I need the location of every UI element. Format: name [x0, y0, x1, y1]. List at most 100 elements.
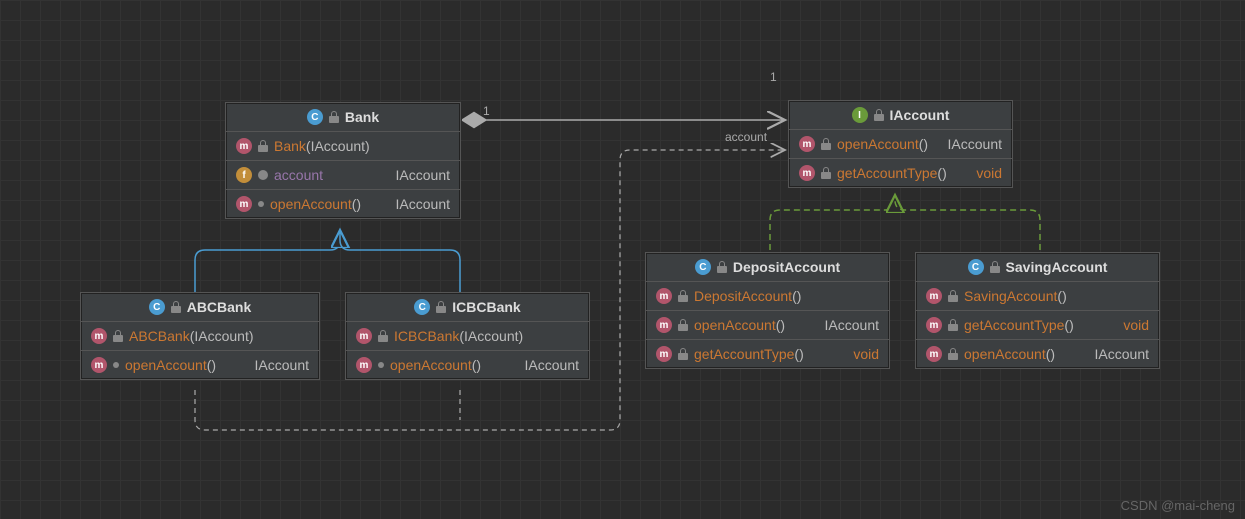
field-name: account: [274, 167, 390, 183]
member-row[interactable]: m getAccountType() void: [646, 340, 889, 368]
dot-icon: [113, 362, 119, 368]
class-header: C SavingAccount: [916, 253, 1159, 282]
member-name: DepositAccount(): [694, 288, 879, 304]
member-name: openAccount(): [694, 317, 819, 333]
method-icon: m: [91, 328, 107, 344]
method-icon: m: [799, 165, 815, 181]
watermark: CSDN @mai-cheng: [1121, 498, 1235, 513]
return-type: IAccount: [948, 136, 1002, 152]
class-title: DepositAccount: [733, 259, 840, 275]
class-header: C DepositAccount: [646, 253, 889, 282]
member-name: openAccount(): [964, 346, 1089, 362]
multiplicity-left: 1: [483, 104, 490, 118]
lock-icon: [821, 167, 831, 179]
lock-icon: [378, 330, 388, 342]
class-title: ABCBank: [187, 299, 252, 315]
class-depositaccount[interactable]: C DepositAccount m DepositAccount() m op…: [645, 252, 890, 369]
member-row[interactable]: m openAccount() IAccount: [226, 190, 460, 218]
member-row[interactable]: m openAccount() IAccount: [81, 351, 319, 379]
member-row[interactable]: m SavingAccount(): [916, 282, 1159, 311]
return-type: void: [1123, 317, 1149, 333]
lock-icon: [113, 330, 123, 342]
member-name: openAccount(): [270, 196, 390, 212]
dot-icon: [258, 201, 264, 207]
member-name: SavingAccount(): [964, 288, 1149, 304]
class-header: I IAccount: [789, 101, 1012, 130]
member-name: getAccountType(): [837, 165, 970, 181]
member-row[interactable]: m Bank(IAccount): [226, 132, 460, 161]
member-name: getAccountType(): [694, 346, 847, 362]
class-title: SavingAccount: [1006, 259, 1108, 275]
member-name: openAccount(): [390, 357, 519, 373]
method-icon: m: [236, 196, 252, 212]
class-header: C Bank: [226, 103, 460, 132]
class-title: IAccount: [890, 107, 950, 123]
member-name: openAccount(): [837, 136, 942, 152]
interface-icon: I: [852, 107, 868, 123]
class-icbcbank[interactable]: C ICBCBank m ICBCBank(IAccount) m openAc…: [345, 292, 590, 380]
lock-icon: [678, 290, 688, 302]
member-row[interactable]: m DepositAccount(): [646, 282, 889, 311]
member-name: Bank(IAccount): [274, 138, 450, 154]
edge-label-account: account: [725, 130, 767, 144]
method-icon: m: [91, 357, 107, 373]
class-abcbank[interactable]: C ABCBank m ABCBank(IAccount) m openAcco…: [80, 292, 320, 380]
return-type: IAccount: [825, 317, 879, 333]
key-icon: [258, 170, 268, 180]
member-row[interactable]: m ICBCBank(IAccount): [346, 322, 589, 351]
lock-icon: [874, 109, 884, 121]
member-name: openAccount(): [125, 357, 249, 373]
method-icon: m: [356, 357, 372, 373]
member-name: getAccountType(): [964, 317, 1117, 333]
lock-icon: [678, 319, 688, 331]
return-type: void: [976, 165, 1002, 181]
method-icon: m: [356, 328, 372, 344]
return-type: void: [853, 346, 879, 362]
method-icon: m: [799, 136, 815, 152]
lock-icon: [171, 301, 181, 313]
member-row[interactable]: m getAccountType() void: [789, 159, 1012, 187]
lock-icon: [821, 138, 831, 150]
method-icon: m: [926, 288, 942, 304]
return-type: IAccount: [396, 196, 450, 212]
class-icon: C: [307, 109, 323, 125]
lock-icon: [948, 290, 958, 302]
return-type: IAccount: [525, 357, 579, 373]
lock-icon: [258, 140, 268, 152]
member-row[interactable]: m ABCBank(IAccount): [81, 322, 319, 351]
class-bank[interactable]: C Bank m Bank(IAccount) f account IAccou…: [225, 102, 461, 219]
method-icon: m: [656, 317, 672, 333]
member-row[interactable]: f account IAccount: [226, 161, 460, 190]
field-icon: f: [236, 167, 252, 183]
lock-icon: [436, 301, 446, 313]
class-icon: C: [695, 259, 711, 275]
lock-icon: [329, 111, 339, 123]
method-icon: m: [926, 346, 942, 362]
class-icon: C: [968, 259, 984, 275]
class-icon: C: [414, 299, 430, 315]
lock-icon: [678, 348, 688, 360]
member-name: ICBCBank(IAccount): [394, 328, 579, 344]
multiplicity-right: 1: [770, 70, 777, 84]
class-header: C ICBCBank: [346, 293, 589, 322]
method-icon: m: [656, 288, 672, 304]
member-row[interactable]: m openAccount() IAccount: [789, 130, 1012, 159]
return-type: IAccount: [1095, 346, 1149, 362]
lock-icon: [990, 261, 1000, 273]
method-icon: m: [926, 317, 942, 333]
lock-icon: [948, 348, 958, 360]
method-icon: m: [236, 138, 252, 154]
member-row[interactable]: m openAccount() IAccount: [916, 340, 1159, 368]
lock-icon: [948, 319, 958, 331]
member-name: ABCBank(IAccount): [129, 328, 309, 344]
member-row[interactable]: m getAccountType() void: [916, 311, 1159, 340]
class-title: Bank: [345, 109, 379, 125]
member-row[interactable]: m openAccount() IAccount: [346, 351, 589, 379]
dot-icon: [378, 362, 384, 368]
member-row[interactable]: m openAccount() IAccount: [646, 311, 889, 340]
method-icon: m: [656, 346, 672, 362]
class-iaccount[interactable]: I IAccount m openAccount() IAccount m ge…: [788, 100, 1013, 188]
class-savingaccount[interactable]: C SavingAccount m SavingAccount() m getA…: [915, 252, 1160, 369]
class-icon: C: [149, 299, 165, 315]
return-type: IAccount: [255, 357, 309, 373]
